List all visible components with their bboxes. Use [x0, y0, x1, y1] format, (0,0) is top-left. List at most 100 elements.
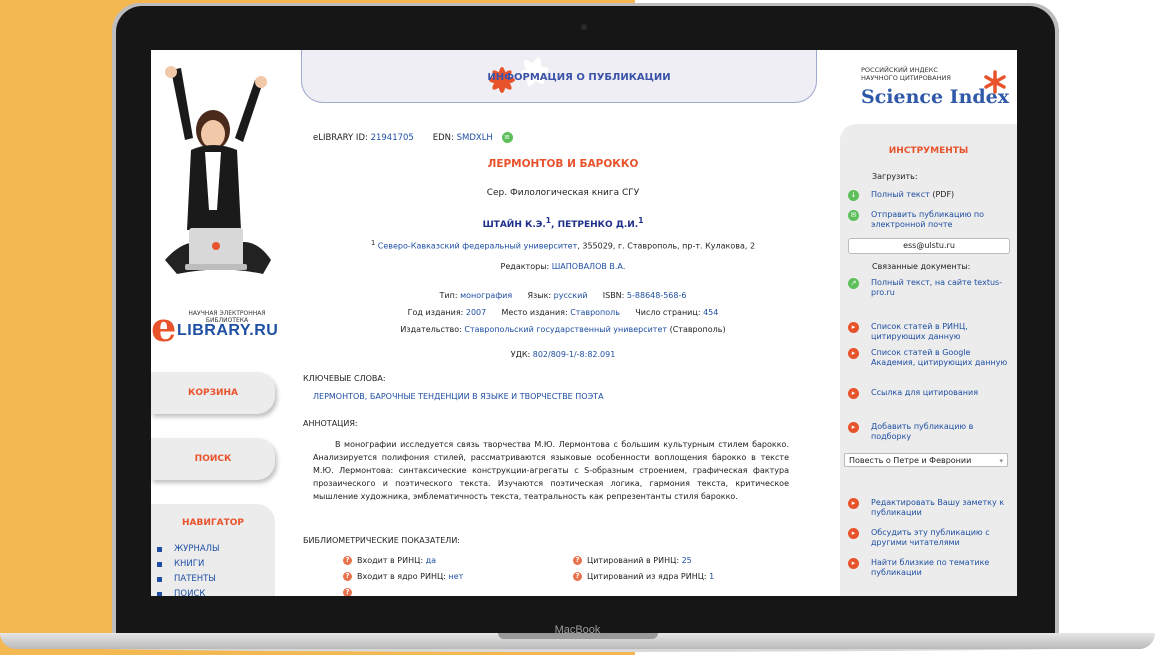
series-name: Сер. Филологическая книга СГУ	[486, 188, 640, 198]
meta-line-1: Тип: монография Язык: русский ISBN: 5-88…	[303, 291, 823, 300]
full-text-site-label: Полный текст, на сайте textus-pro.ru	[871, 278, 1003, 297]
collection-select[interactable]: Повесть о Петре и Февронии ▾	[844, 453, 1008, 467]
arrow-right-icon: ▸	[848, 422, 859, 433]
science-index-caption: РОССИЙСКИЙ ИНДЕКС НАУЧНОГО ЦИТИРОВАНИЯ	[861, 66, 951, 82]
add-to-collection-link[interactable]: ▸ Добавить публикацию в подборку	[848, 422, 1013, 442]
pages-label: Число страниц:	[635, 308, 701, 317]
affiliation-line: 1 Северо-Кавказский федеральный универси…	[303, 239, 823, 251]
place-label: Место издания:	[501, 308, 568, 317]
publication-title: ЛЕРМОНТОВ И БАРОККО	[487, 158, 639, 170]
header-banner: ИНФОРМАЦИЯ О ПУБЛИКАЦИИ	[301, 50, 817, 103]
full-text-pdf-link[interactable]: ↓ Полный текст (PDF)	[848, 190, 1013, 201]
affiliation-link[interactable]: Северо-Кавказский федеральный университе…	[378, 242, 578, 251]
meta-line-3: Издательство: Ставропольский государстве…	[303, 325, 823, 334]
bib-item: ? Цитирований в РИНЦ: 25	[573, 556, 692, 565]
add-to-collection-label: Добавить публикацию в подборку	[871, 422, 974, 441]
pages-value: 454	[703, 308, 719, 317]
isbn-value[interactable]: 5-88648-568-6	[627, 291, 687, 300]
send-email-link[interactable]: ✉ Отправить публикацию по электронной по…	[848, 210, 1013, 230]
nav-item-label: ПОИСК	[174, 589, 206, 596]
find-similar-link[interactable]: ▸ Найти близкие по тематике публикации	[848, 558, 1013, 578]
chevron-down-icon: ▾	[999, 457, 1003, 465]
publication-details: eLIBRARY ID: 21941705 EDN: SMDXLH ≡ ЛЕРМ…	[303, 128, 825, 596]
search-button[interactable]: ПОИСК	[151, 438, 275, 480]
place-value[interactable]: Ставрополь	[570, 308, 620, 317]
google-citing-link[interactable]: ▸ Список статей в Google Академия, цитир…	[848, 348, 1013, 368]
help-icon[interactable]: ?	[573, 556, 582, 565]
cart-button[interactable]: КОРЗИНА	[151, 372, 275, 414]
elibrary-id-label: eLIBRARY ID:	[313, 133, 368, 143]
science-index-line1: РОССИЙСКИЙ ИНДЕКС	[861, 66, 938, 74]
cite-link[interactable]: ▸ Ссылка для цитирования	[848, 388, 1013, 399]
nav-item-label: ЖУРНАЛЫ	[174, 544, 220, 554]
logo-name[interactable]: LIBRARY.RU	[177, 322, 278, 340]
person-illustration	[165, 66, 271, 274]
arrow-right-icon: ▸	[848, 388, 859, 399]
publisher-suffix: (Ставрополь)	[667, 325, 726, 334]
mail-icon: ✉	[848, 210, 859, 221]
collection-select-value: Повесть о Петре и Февронии	[849, 456, 972, 465]
help-icon[interactable]: ?	[343, 588, 352, 596]
abstract-text: В монографии исследуется связь творчеств…	[313, 440, 789, 501]
bullet-icon	[157, 562, 162, 567]
logo-caption-line1: НАУЧНАЯ ЭЛЕКТРОННАЯ	[188, 310, 266, 317]
rinc-citing-link[interactable]: ▸ Список статей в РИНЦ, цитирующих данну…	[848, 322, 1013, 342]
udk-value[interactable]: 802/809-1/-8:82.091	[533, 350, 616, 359]
edit-note-link[interactable]: ▸ Редактировать Вашу заметку к публикаци…	[848, 498, 1013, 518]
author-link[interactable]: ШТАЙН К.Э.	[483, 220, 546, 230]
bib-value[interactable]: нет	[448, 572, 463, 581]
page-title: ИНФОРМАЦИЯ О ПУБЛИКАЦИИ	[487, 72, 671, 83]
author-link[interactable]: ПЕТРЕНКО Д.И.	[558, 220, 639, 230]
edn-link[interactable]: SMDXLH	[457, 133, 493, 143]
bib-label: Цитирований из ядра РИНЦ:	[587, 572, 707, 581]
rinc-citing-label: Список статей в РИНЦ, цитирующих данную	[871, 322, 968, 341]
nav-item-search[interactable]: ПОИСК	[157, 587, 220, 596]
meta-line-2: Год издания: 2007 Место издания: Ставроп…	[303, 308, 823, 317]
year-value[interactable]: 2007	[466, 308, 486, 317]
udk-label: УДК:	[510, 350, 531, 359]
nav-item-books[interactable]: КНИГИ	[157, 557, 220, 572]
asterisk-icon	[984, 70, 1006, 94]
udk-line: УДК: 802/809-1/-8:82.091	[303, 350, 823, 359]
bib-label: Цитирований в РИНЦ:	[587, 556, 680, 565]
elibrary-id-link[interactable]: 21941705	[371, 133, 414, 143]
arrow-right-icon: ▸	[848, 558, 859, 569]
keywords-heading: КЛЮЧЕВЫЕ СЛОВА:	[303, 374, 386, 383]
bib-value[interactable]: 25	[682, 556, 692, 565]
bib-item: ? Цитирований из ядра РИНЦ: 1	[573, 572, 714, 581]
full-text-label: Полный текст	[871, 190, 930, 199]
affiliation-address: , 355029, г. Ставрополь, пр-т. Кулакова,…	[577, 241, 756, 251]
help-icon[interactable]: ?	[343, 556, 352, 565]
arrow-right-icon: ▸	[848, 348, 859, 359]
related-label: Связанные документы:	[872, 262, 971, 271]
type-label: Тип:	[439, 291, 458, 300]
nav-item-journals[interactable]: ЖУРНАЛЫ	[157, 542, 220, 557]
external-link-icon: ↗	[848, 278, 859, 289]
isbn-label: ISBN:	[602, 291, 625, 300]
bullet-icon	[157, 577, 162, 582]
email-field[interactable]: ess@ulstu.ru	[848, 238, 1010, 254]
list-icon[interactable]: ≡	[501, 132, 513, 143]
bib-value[interactable]: да	[426, 556, 436, 565]
nav-item-label: ПАТЕНТЫ	[174, 574, 216, 584]
logo-e[interactable]: e	[151, 308, 176, 348]
lang-value[interactable]: русский	[554, 291, 588, 300]
publisher-label: Издательство:	[400, 325, 462, 334]
full-text-site-link[interactable]: ↗ Полный текст, на сайте textus-pro.ru	[848, 278, 1013, 298]
editor-link[interactable]: ШАПОВАЛОВ В.А.	[552, 262, 626, 271]
arrow-right-icon: ▸	[848, 322, 859, 333]
bullet-icon	[157, 592, 162, 596]
help-icon[interactable]: ?	[343, 572, 352, 581]
edit-note-label: Редактировать Вашу заметку к публикации	[871, 498, 1005, 517]
publisher-link[interactable]: Ставропольский государственный университ…	[464, 325, 667, 334]
keywords-links[interactable]: ЛЕРМОНТОВ, БАРОЧНЫЕ ТЕНДЕНЦИИ В ЯЗЫКЕ И …	[313, 392, 604, 401]
bib-value[interactable]: 1	[709, 572, 714, 581]
type-value[interactable]: монография	[460, 291, 512, 300]
affil-sup: 1	[370, 239, 376, 247]
nav-item-patents[interactable]: ПАТЕНТЫ	[157, 572, 220, 587]
help-icon[interactable]: ?	[573, 572, 582, 581]
bibliometrics-heading: БИБЛИОМЕТРИЧЕСКИЕ ПОКАЗАТЕЛИ:	[303, 536, 460, 545]
browser-screen: НАУЧНАЯ ЭЛЕКТРОННАЯ БИБЛИОТЕКА e LIBRARY…	[151, 50, 1017, 596]
discuss-link[interactable]: ▸ Обсудить эту публикацию с другими чита…	[848, 528, 1013, 548]
bib-item: ? Входит в ядро РИНЦ: нет	[343, 572, 463, 581]
